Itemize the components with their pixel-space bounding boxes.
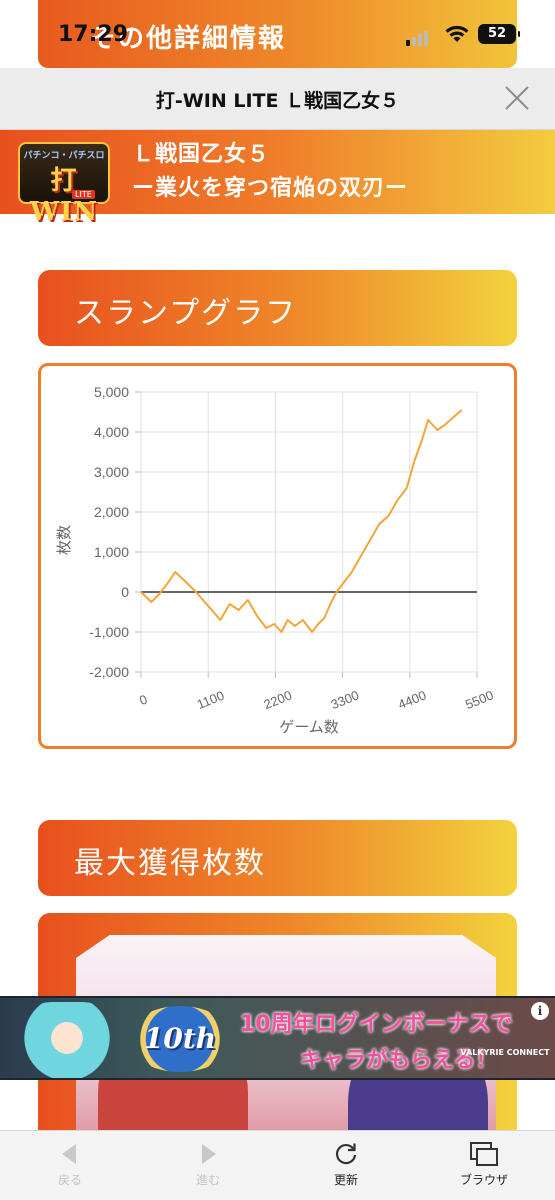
- game-title-main: Ｌ戦国乙女５: [132, 142, 271, 167]
- y-tick-label: 2,000: [94, 504, 129, 520]
- y-tick-label: -2,000: [89, 664, 129, 680]
- ad-character-image: [12, 1002, 122, 1078]
- y-tick-label: 0: [121, 584, 129, 600]
- game-title-subtitle: ー業火を穿つ宿焔の双刃ー: [132, 176, 409, 201]
- section-header-max-medals: 最大獲得枚数: [38, 820, 517, 896]
- back-label: 戻る: [57, 1173, 82, 1187]
- x-tick-label: 5500: [463, 687, 495, 712]
- section-header-slump-graph: スランプグラフ: [38, 270, 517, 346]
- app-logo: パチンコ・パチスロ 打WIN LITE: [18, 142, 110, 227]
- y-tick-label: -1,000: [89, 624, 129, 640]
- ad-headline: 10周年ログインボーナスで: [240, 1012, 513, 1037]
- game-banner: パチンコ・パチスロ 打WIN LITE Ｌ戦国乙女５ ー業火を穿つ宿焔の双刃ー: [0, 130, 555, 227]
- forward-label: 進む: [195, 1173, 220, 1187]
- reload-icon: [336, 1143, 357, 1165]
- close-icon[interactable]: [503, 84, 531, 112]
- x-axis-label: ゲーム数: [279, 718, 339, 736]
- y-tick-label: 5,000: [94, 384, 129, 400]
- status-time: 17:29: [58, 22, 129, 47]
- browser-label: ブラウザ: [459, 1173, 508, 1187]
- back-arrow-icon: [62, 1144, 76, 1164]
- section-title: スランプグラフ: [74, 296, 298, 331]
- browser-button[interactable]: ブラウザ: [444, 1141, 524, 1188]
- slump-graph-chart: 0 1100 2200 3300 4400 5500 5,000 4,000 3,000 2,00…: [55, 384, 496, 736]
- battery-icon: 52: [478, 24, 520, 44]
- reload-button[interactable]: 更新: [306, 1141, 386, 1188]
- x-tick-label: 0: [137, 692, 149, 709]
- bottom-toolbar: 戻る 進む 更新 ブラウザ: [0, 1130, 555, 1200]
- page-title: 打-WIN LITE Ｌ戦国乙女５: [155, 90, 400, 112]
- x-tick-label: 4400: [396, 687, 428, 712]
- forward-button[interactable]: 進む: [168, 1141, 248, 1188]
- x-tick-label: 3300: [329, 687, 361, 712]
- ad-brand-logo: VALKYRIE CONNECT: [460, 1048, 550, 1057]
- y-tick-label: 1,000: [94, 544, 129, 560]
- y-axis-label: 枚数: [55, 525, 73, 555]
- section-title: 最大獲得枚数: [74, 846, 266, 881]
- reload-label: 更新: [333, 1173, 358, 1187]
- y-tick-label: 4,000: [94, 424, 129, 440]
- browser-windows-icon: [470, 1142, 498, 1166]
- y-tick-label: 3,000: [94, 464, 129, 480]
- screen: その他詳細情報 17:29 52 打-WIN LITE Ｌ戦国乙女５ パチンコ・…: [0, 0, 555, 1200]
- ad-subheadline: キャラがもらえる！: [300, 1048, 498, 1073]
- x-tick-label: 2200: [261, 687, 293, 712]
- ad-anniversary-badge: 10th: [128, 1006, 232, 1072]
- wifi-icon: [445, 25, 469, 42]
- title-bar: 打-WIN LITE Ｌ戦国乙女５: [0, 68, 555, 130]
- status-bar: 17:29 52: [0, 0, 555, 68]
- ad-banner[interactable]: 10th 10周年ログインボーナスで キャラがもらえる！ VALKYRIE CO…: [0, 996, 555, 1080]
- forward-arrow-icon: [202, 1144, 216, 1164]
- plot-frame: [140, 391, 478, 673]
- back-button[interactable]: 戻る: [30, 1141, 110, 1188]
- slump-graph-panel: 0 1100 2200 3300 4400 5500 5,000 4,000 3,000 2,00…: [38, 363, 517, 749]
- game-title: Ｌ戦国乙女５ ー業火を穿つ宿焔の双刃ー: [132, 138, 408, 206]
- x-tick-label: 1100: [195, 688, 227, 712]
- series-line: [140, 409, 463, 633]
- ad-info-icon[interactable]: i: [531, 1002, 549, 1020]
- cellular-signal-icon: [406, 30, 432, 46]
